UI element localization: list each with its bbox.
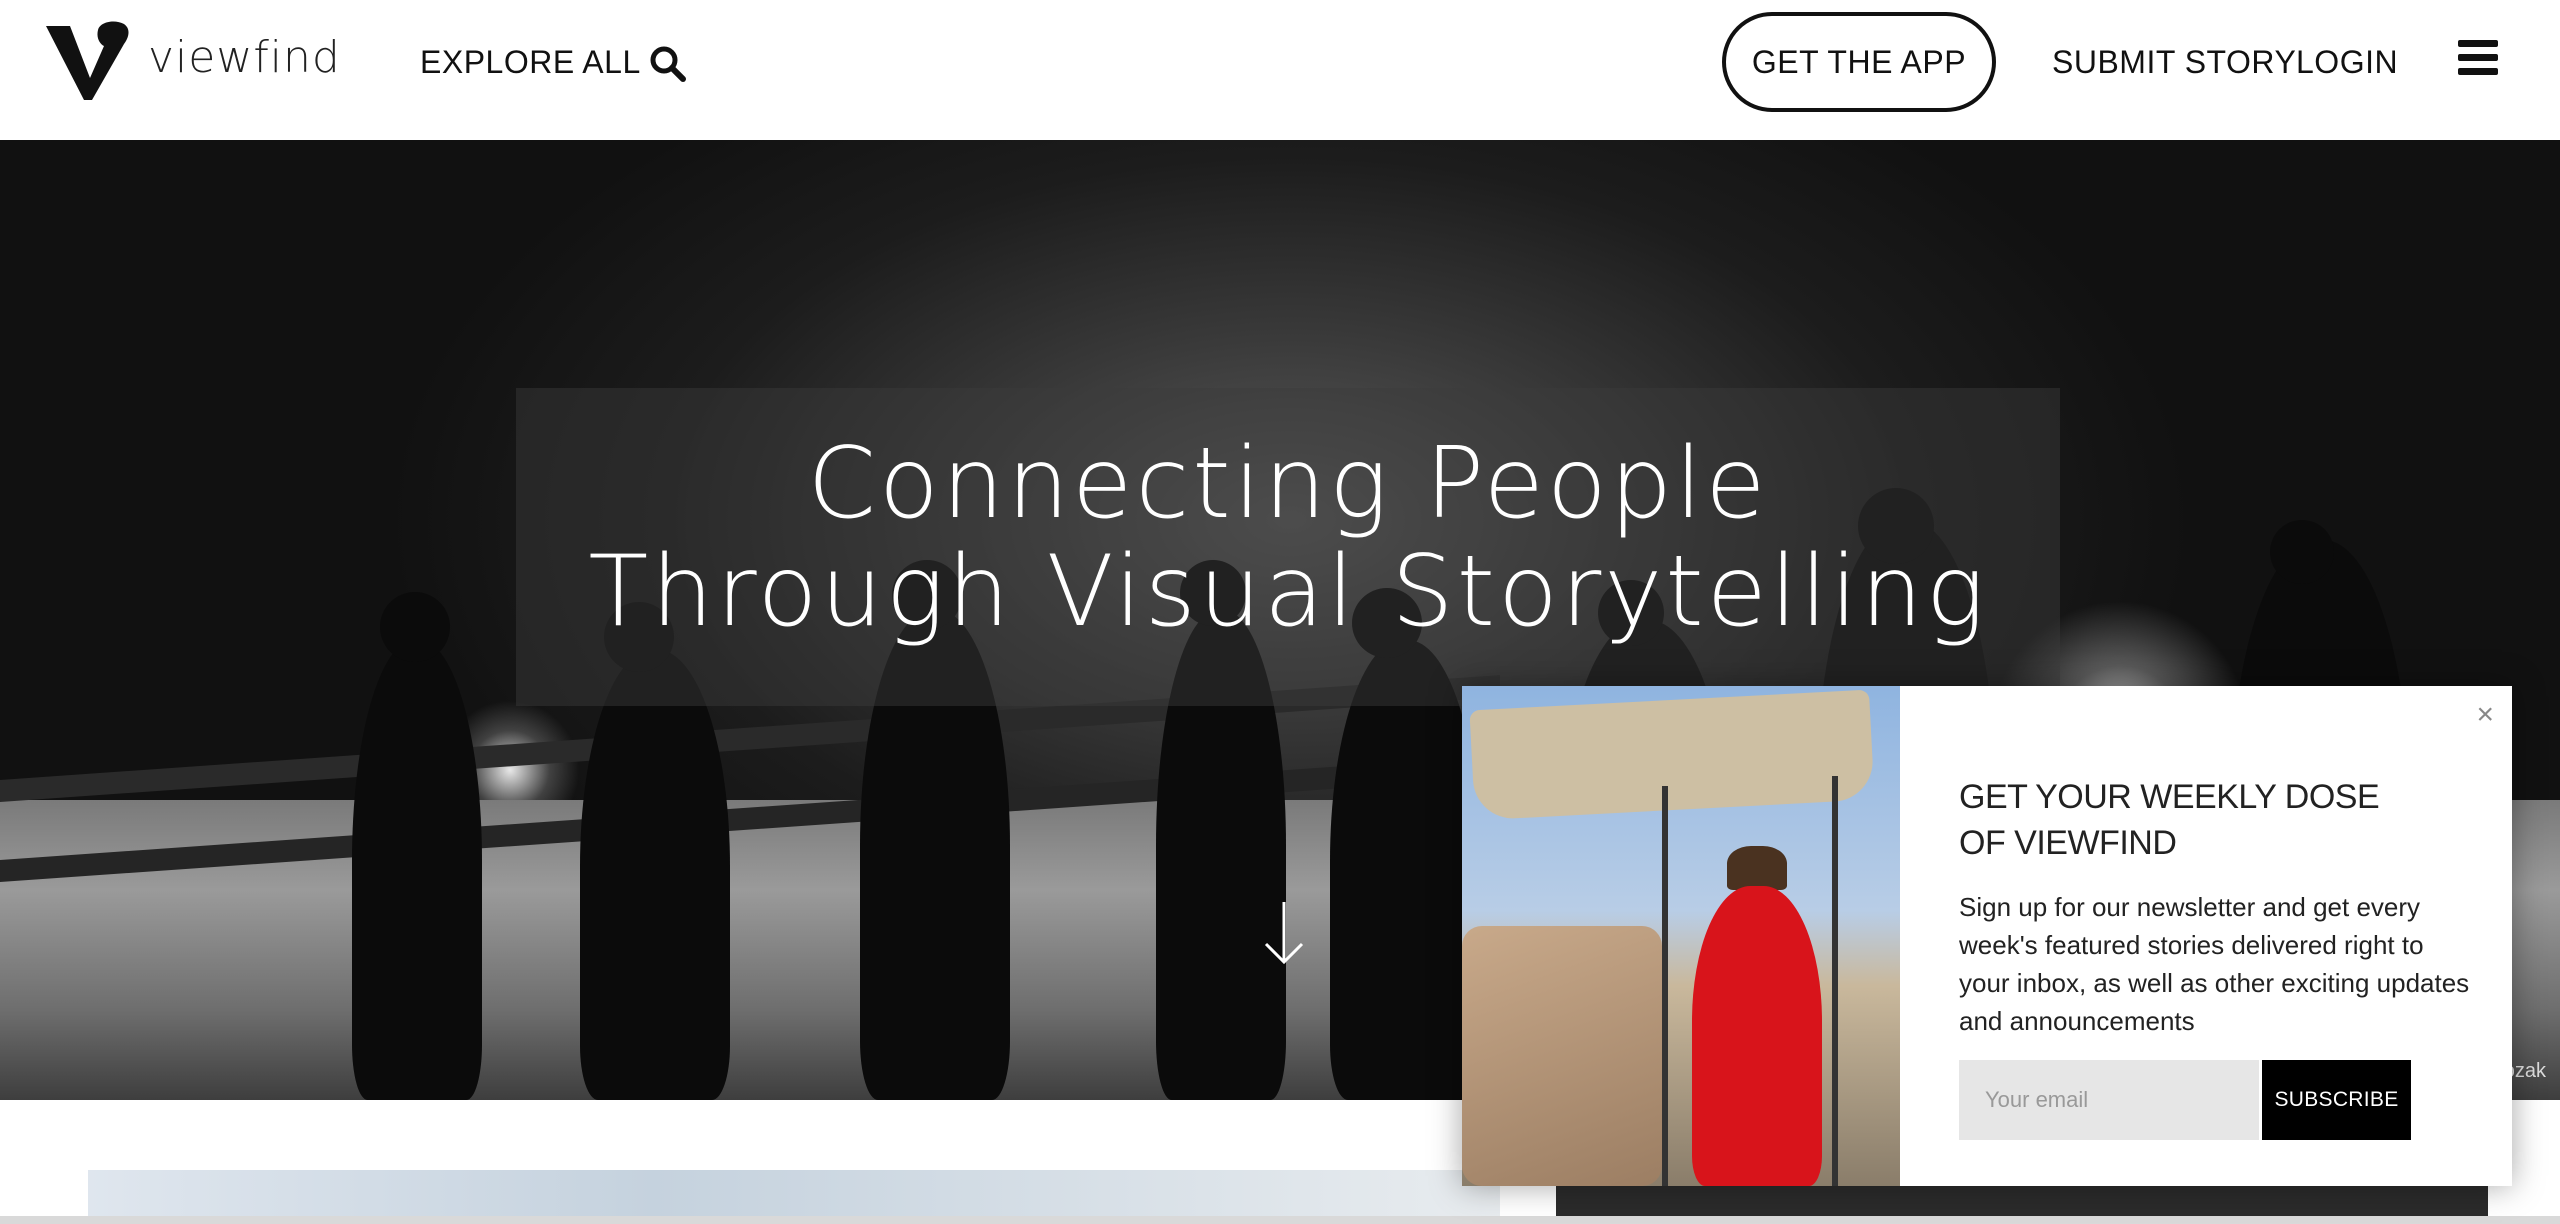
bowler-hat bbox=[1727, 846, 1787, 890]
site-header: viewfind EXPLORE ALL GET THE APP SUBMIT … bbox=[0, 0, 2560, 140]
subscribe-button[interactable]: SUBSCRIBE bbox=[2262, 1060, 2411, 1140]
awning-pole bbox=[1832, 776, 1838, 1186]
awning-pole bbox=[1662, 786, 1668, 1186]
search-icon[interactable] bbox=[648, 44, 688, 84]
popup-heading-line: OF VIEWFIND bbox=[1959, 824, 2177, 862]
popup-photo bbox=[1462, 686, 1900, 1186]
hero-title: Connecting People Through Visual Storyte… bbox=[516, 430, 2060, 646]
popup-description: Sign up for our newsletter and get every… bbox=[1959, 892, 2470, 1036]
logo-text: viewfind bbox=[148, 31, 341, 83]
email-field[interactable] bbox=[1959, 1060, 2259, 1140]
woman-in-red-dress bbox=[1692, 886, 1822, 1186]
scroll-down-arrow-icon[interactable] bbox=[1262, 900, 1306, 966]
popup-heading: GET YOUR WEEKLY DOSE OF VIEWFIND bbox=[1959, 774, 2419, 866]
login-link[interactable]: LOGIN bbox=[2296, 44, 2398, 81]
hero-title-line: Through Visual Storytelling bbox=[588, 535, 1988, 649]
popup-heading-line: GET YOUR WEEKLY DOSE bbox=[1959, 778, 2380, 816]
page-bottom-edge bbox=[0, 1216, 2560, 1224]
newsletter-popup: × GET YOUR WEEKLY DOSE OF VIEWFIND Sign … bbox=[1462, 686, 2512, 1186]
viewfind-logo[interactable]: viewfind bbox=[44, 20, 341, 104]
market-goods bbox=[1462, 926, 1662, 1186]
logo-v-icon bbox=[46, 21, 129, 100]
silhouette-person bbox=[1330, 640, 1480, 1100]
get-the-app-button[interactable]: GET THE APP bbox=[1722, 12, 1996, 112]
explore-all-link[interactable]: EXPLORE ALL bbox=[420, 44, 641, 81]
silhouette-person bbox=[352, 640, 482, 1100]
hero-title-line: Connecting People bbox=[807, 427, 1769, 541]
menu-icon[interactable] bbox=[2458, 40, 2498, 76]
silhouette-head bbox=[380, 592, 450, 662]
silhouette-person bbox=[580, 650, 730, 1100]
market-awning bbox=[1469, 689, 1875, 821]
silhouette-head bbox=[2270, 520, 2334, 584]
close-icon[interactable]: × bbox=[2476, 698, 2494, 732]
submit-story-link[interactable]: SUBMIT STORY bbox=[2052, 44, 2296, 81]
